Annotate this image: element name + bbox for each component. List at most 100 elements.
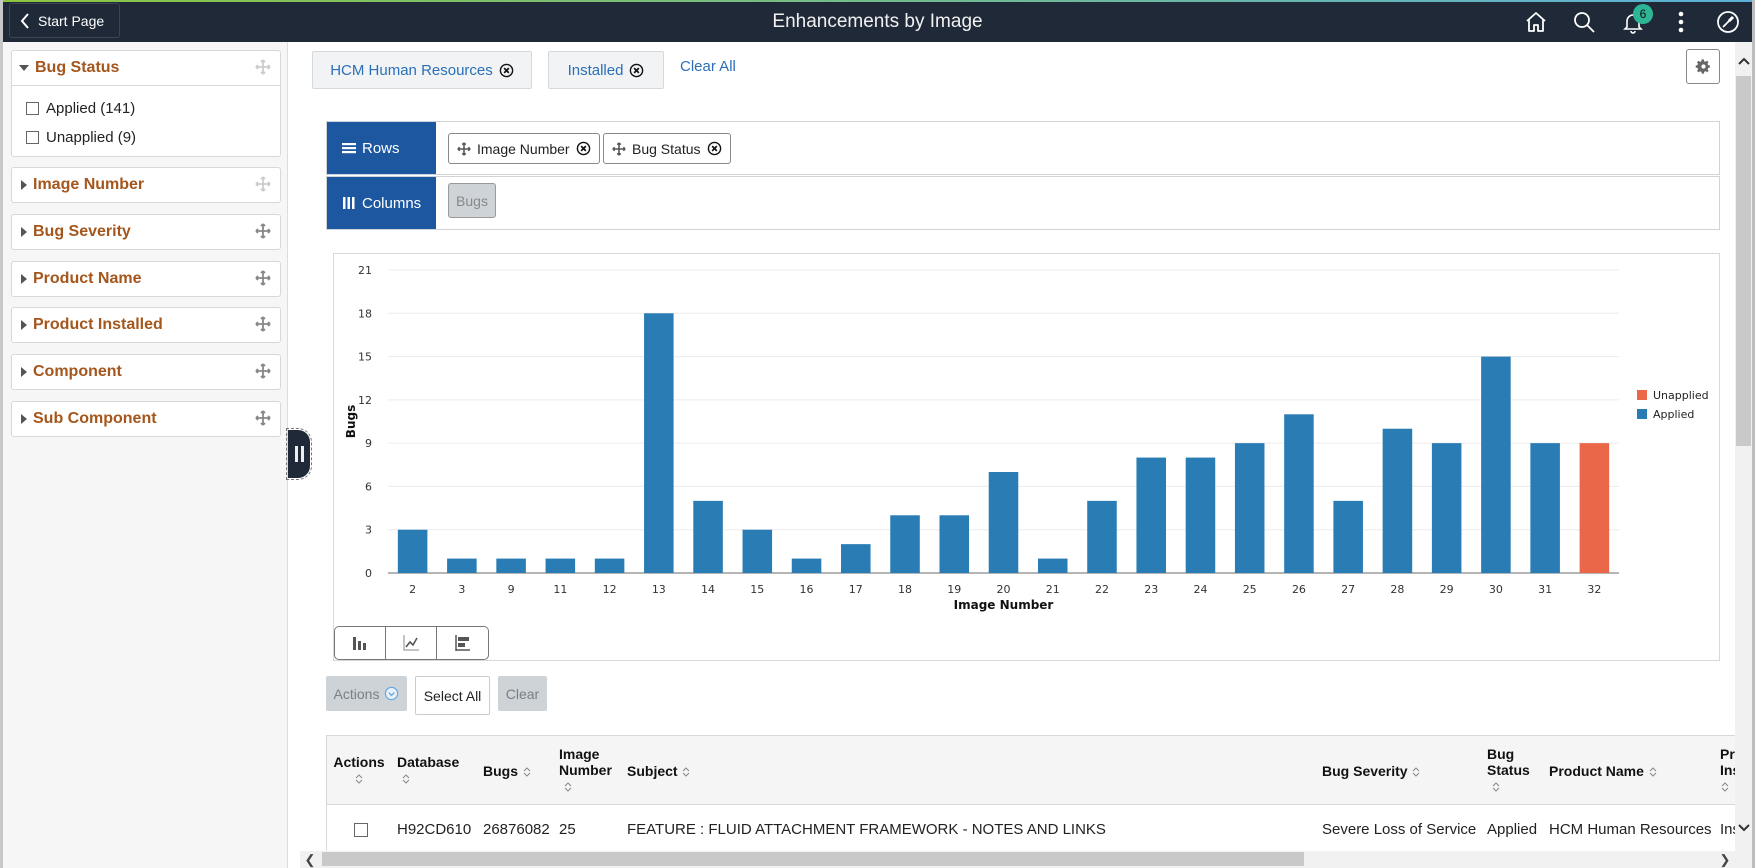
x-axis-title: Image Number [954, 598, 1054, 612]
remove-circle-icon[interactable] [707, 141, 722, 156]
x-tick-label: 17 [849, 583, 863, 596]
scrollbar-thumb[interactable] [322, 852, 1304, 866]
clear-all-link[interactable]: Clear All [680, 58, 736, 75]
filter-chip-product[interactable]: HCM Human Resources [312, 51, 532, 89]
x-tick-label: 30 [1489, 583, 1503, 596]
x-tick-label: 26 [1292, 583, 1306, 596]
facet-product-name[interactable]: Product Name [11, 261, 281, 297]
column-header-product-installed[interactable]: PrIns [1720, 746, 1736, 794]
facet-header[interactable]: Component [12, 355, 280, 389]
move-icon[interactable] [612, 141, 626, 156]
column-header-bug-status[interactable]: Bug Status [1487, 746, 1530, 794]
navbar-button[interactable] [1714, 8, 1742, 36]
column-header-subject[interactable]: Subject [627, 763, 691, 779]
clear-button[interactable]: Clear [498, 676, 547, 711]
facet-component[interactable]: Component [11, 354, 281, 390]
move-icon[interactable] [255, 316, 271, 332]
sort-icon [1721, 782, 1729, 793]
select-all-button[interactable]: Select All [415, 676, 490, 715]
sort-icon [1413, 767, 1420, 778]
row-checkbox[interactable] [354, 823, 368, 837]
horizontal-scrollbar[interactable]: ❮ ❯ [300, 851, 1735, 868]
row-field-image-number[interactable]: Image Number [448, 133, 600, 164]
row-field-bug-status[interactable]: Bug Status [603, 133, 731, 164]
scroll-down-arrow[interactable] [1735, 819, 1752, 836]
scroll-right-arrow[interactable]: ❯ [1717, 851, 1733, 868]
x-tick-label: 13 [652, 583, 666, 596]
facet-option-applied[interactable]: Applied (141) [26, 94, 280, 123]
facet-bug-severity[interactable]: Bug Severity [11, 214, 281, 250]
legend-swatch-applied [1637, 409, 1647, 419]
header-label-line2: Status [1487, 762, 1530, 778]
facet-header[interactable]: Bug Severity [12, 215, 280, 249]
x-tick-label: 16 [800, 583, 814, 596]
actions-button[interactable]: Actions [326, 676, 407, 711]
facet-header[interactable]: Product Installed [12, 308, 280, 342]
scroll-left-arrow[interactable]: ❮ [302, 851, 318, 868]
scroll-up-arrow[interactable] [1735, 52, 1752, 69]
caret-down-icon [19, 65, 29, 71]
legend-swatch-unapplied [1637, 390, 1647, 400]
remove-circle-icon[interactable] [576, 141, 591, 156]
checkbox[interactable] [26, 131, 39, 144]
column-header-bugs[interactable]: Bugs [483, 763, 532, 779]
pill-label: Bug Status [632, 140, 701, 157]
remove-circle-icon[interactable] [499, 63, 514, 78]
cell-bug-severity: Severe Loss of Service [1322, 821, 1477, 838]
column-header-actions[interactable]: Actions [333, 754, 385, 786]
facet-header[interactable]: Product Name [12, 262, 280, 296]
facet-header[interactable]: Sub Component [12, 402, 280, 436]
facet-option-unapplied[interactable]: Unapplied (9) [26, 123, 280, 152]
bar-applied-3 [447, 558, 477, 573]
settings-button[interactable] [1686, 49, 1720, 84]
collapse-panel-handle[interactable] [286, 428, 312, 480]
bar-applied-24 [1185, 457, 1216, 573]
chart-container: 0 3 6 9 12 15 18 21 2 3 9 11 12 13 14 15 16 17 18 19 20 21 22 2… [333, 253, 1720, 661]
move-icon[interactable] [255, 270, 271, 286]
start-page-button[interactable]: Start Page [9, 3, 120, 38]
column-header-image-number[interactable]: Image Number [559, 746, 612, 794]
x-tick-label: 9 [508, 583, 515, 596]
column-header-product-name[interactable]: Product Name [1549, 763, 1658, 779]
x-tick-label: 24 [1193, 583, 1207, 596]
move-icon[interactable] [457, 141, 471, 156]
more-options-button[interactable] [1667, 8, 1695, 36]
move-icon[interactable] [255, 223, 271, 239]
chevron-down-circle-icon [385, 686, 399, 701]
column-header-bug-severity[interactable]: Bug Severity [1322, 763, 1421, 779]
x-tick-label: 18 [898, 583, 912, 596]
move-icon[interactable] [255, 410, 271, 426]
sort-icon [683, 767, 690, 778]
notifications-button[interactable]: 6 [1619, 4, 1653, 36]
line-chart-button[interactable] [386, 627, 437, 659]
facet-sub-component[interactable]: Sub Component [11, 401, 281, 437]
facet-image-number[interactable]: Image Number [11, 167, 281, 203]
bar-applied-30 [1481, 356, 1511, 573]
horizontal-bar-chart-button[interactable] [437, 627, 488, 659]
bar-applied-15 [742, 529, 773, 573]
bar-chart-button[interactable] [335, 627, 386, 659]
checkbox[interactable] [26, 102, 39, 115]
y-axis-title: Bugs [344, 405, 358, 438]
scrollbar-thumb[interactable] [1736, 76, 1751, 446]
sort-icon [1649, 767, 1657, 778]
x-tick-label: 27 [1341, 583, 1355, 596]
search-button[interactable] [1570, 8, 1598, 36]
facet-title: Component [33, 363, 122, 380]
move-icon[interactable] [255, 176, 271, 192]
gear-icon [1695, 59, 1710, 74]
facet-header[interactable]: Bug Status [12, 51, 280, 85]
vertical-scrollbar[interactable] [1735, 42, 1752, 868]
move-icon[interactable] [255, 59, 271, 75]
table-row[interactable]: H92CD610 26876082 25 FEATURE : FLUID ATT… [326, 805, 1736, 851]
home-button[interactable] [1522, 8, 1550, 36]
pivot-rows-area: Rows Image Number Bug Status [326, 121, 1720, 175]
facet-product-installed[interactable]: Product Installed [11, 307, 281, 343]
facet-header[interactable]: Image Number [12, 168, 280, 202]
move-icon[interactable] [255, 363, 271, 379]
remove-circle-icon[interactable] [629, 63, 644, 78]
facet-title: Product Installed [33, 316, 163, 333]
filter-chip-installed[interactable]: Installed [548, 51, 664, 89]
bar-applied-27 [1333, 500, 1363, 573]
column-header-database[interactable]: Database [397, 754, 459, 786]
